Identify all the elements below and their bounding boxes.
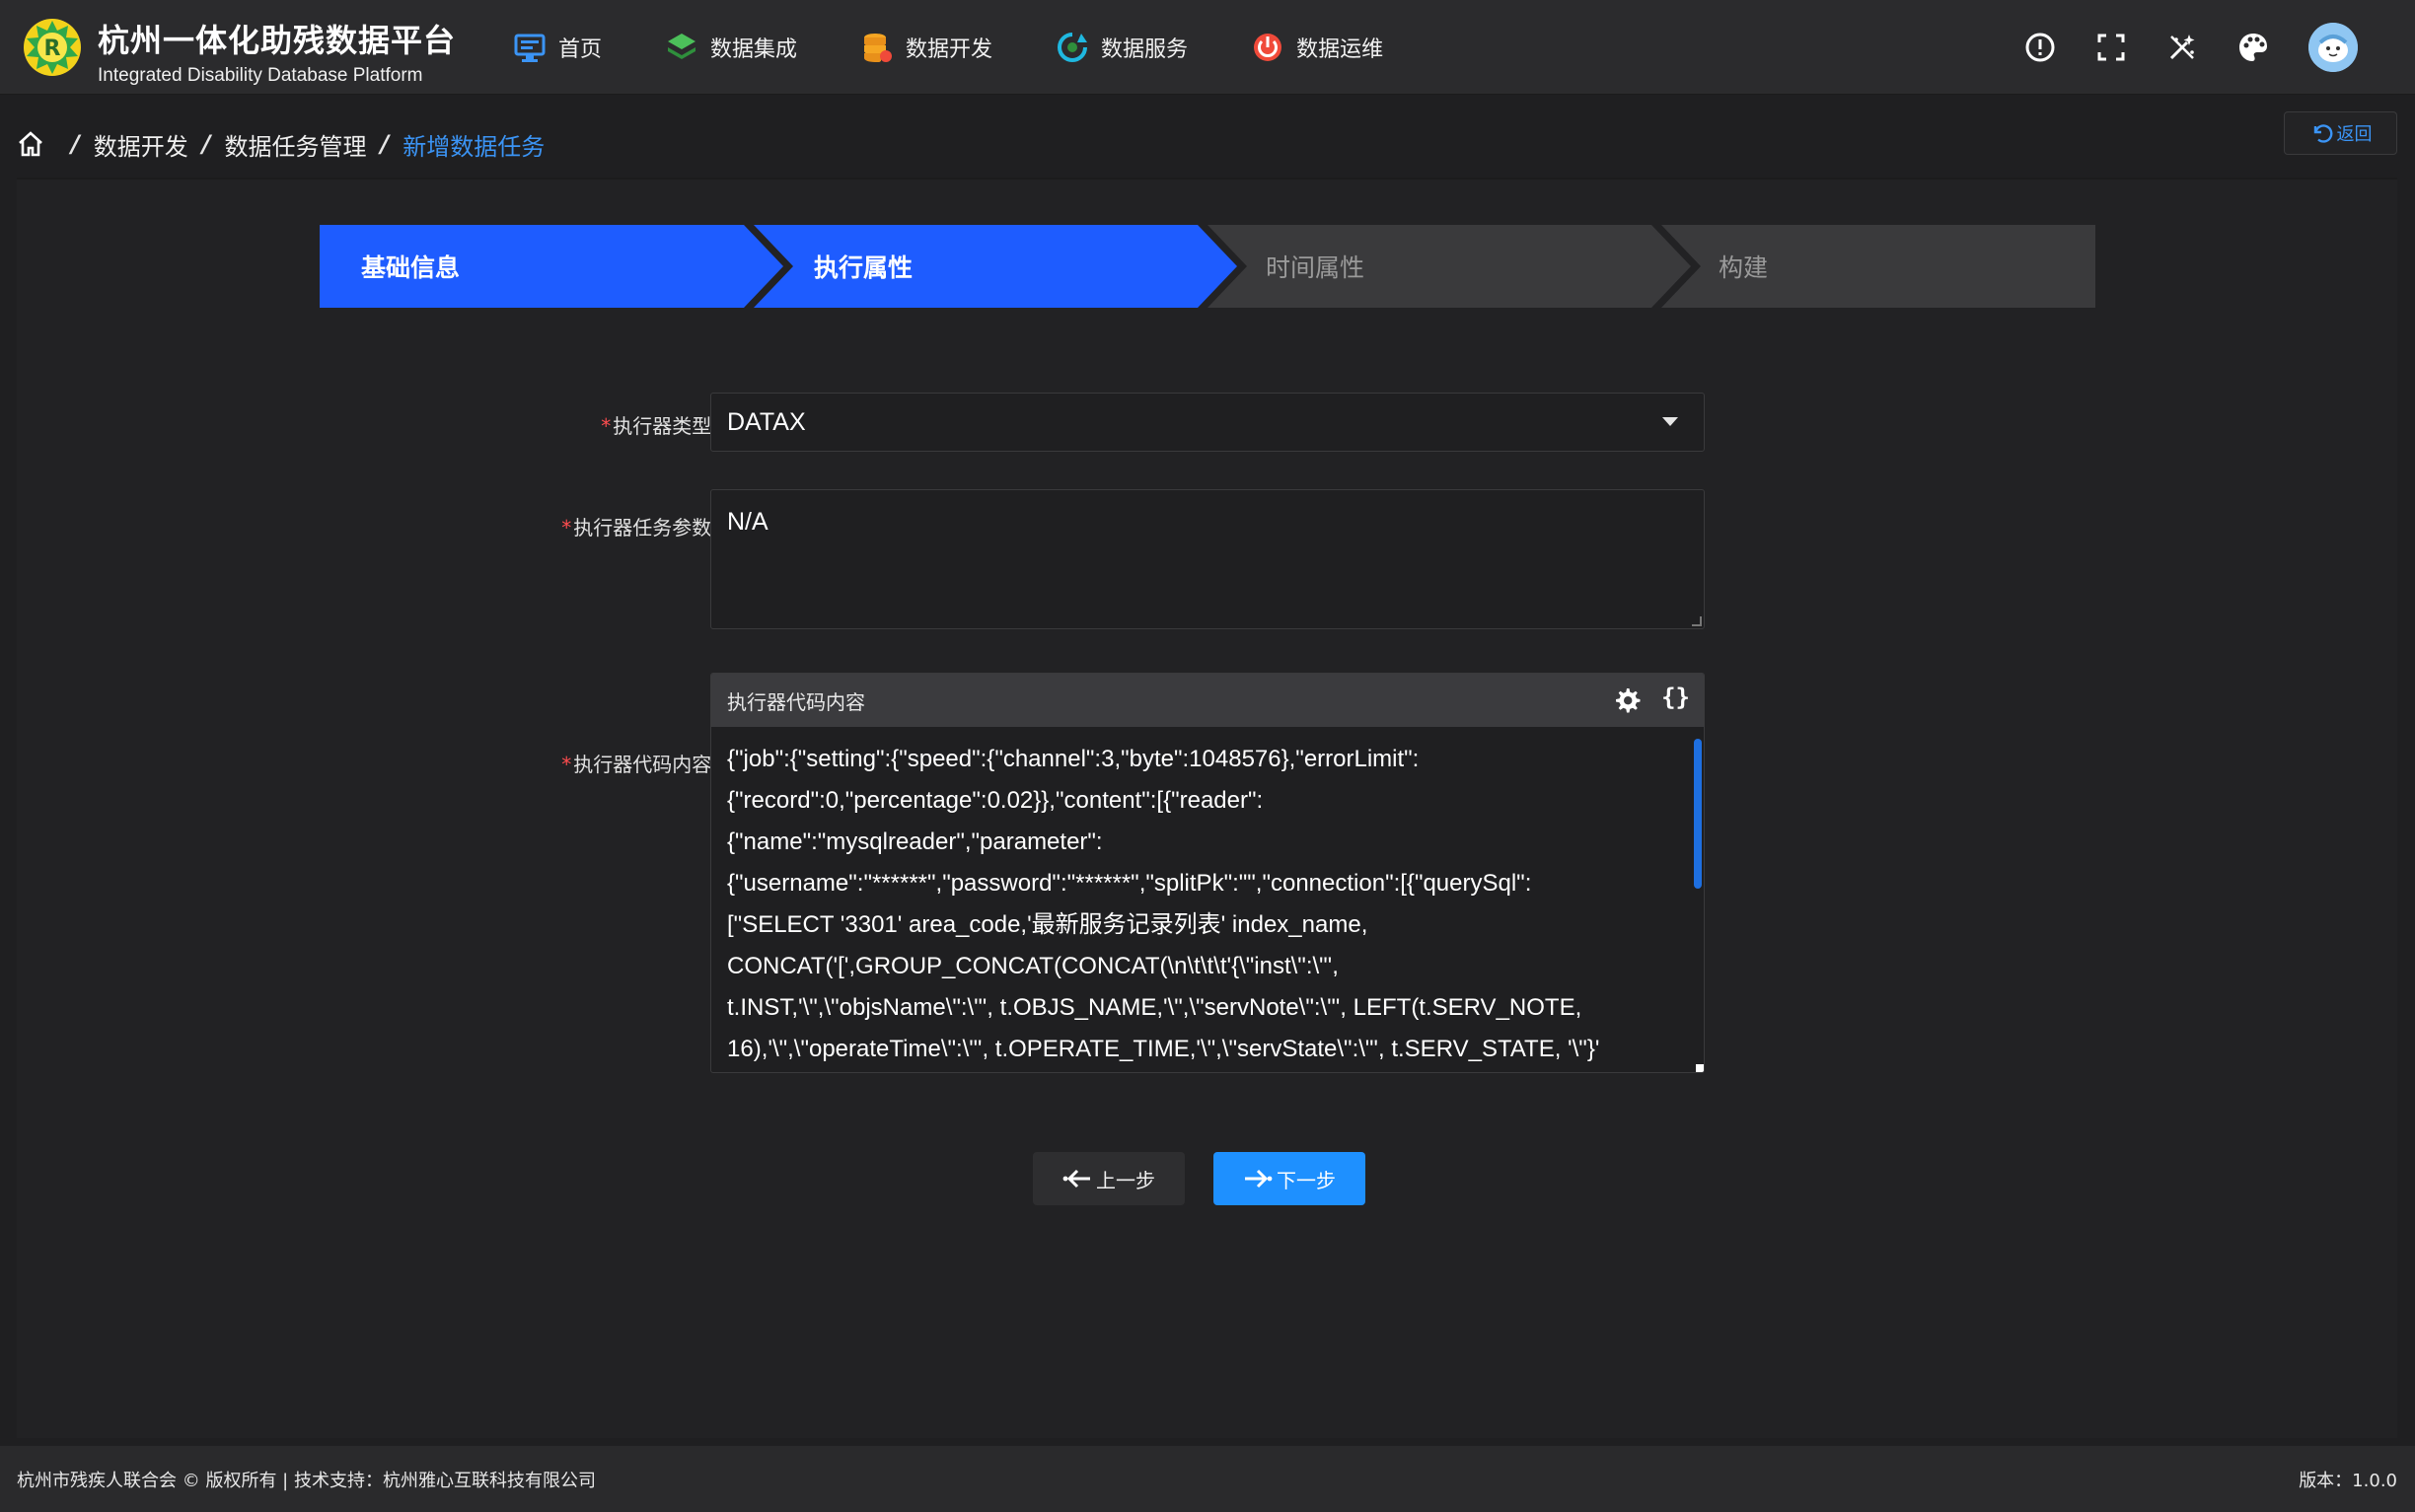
nav-data-service[interactable]: 数据服务 — [1056, 0, 1188, 95]
code-line: {"record":0,"percentage":0.02}},"content… — [727, 787, 1264, 814]
platform-logo: R — [24, 19, 81, 76]
svg-text:R: R — [44, 36, 61, 61]
palette-icon — [2239, 34, 2267, 61]
user-avatar[interactable] — [2308, 23, 2358, 72]
magic-wand-off-icon — [2169, 35, 2195, 60]
step-2-label: 执行属性 — [814, 225, 913, 308]
breadcrumb-separator: / — [380, 130, 390, 158]
step-1-label: 基础信息 — [361, 225, 460, 308]
version-text: 版本：1.0.0 — [2299, 1470, 2397, 1491]
next-step-label: 下一步 — [1277, 1168, 1336, 1192]
executor-params-label: * 执行器任务参数: — [561, 512, 718, 540]
gear-icon[interactable] — [1613, 686, 1641, 714]
home-icon[interactable] — [16, 129, 45, 159]
prev-step-label: 上一步 — [1096, 1168, 1155, 1192]
step-4-label: 构建 — [1719, 225, 1768, 308]
code-editor[interactable]: 执行器代码内容 {} {"job":{"setting":{"speed":{"… — [710, 673, 1705, 1073]
breadcrumb: / 数据开发 / 数据任务管理 / 新增数据任务 — [16, 124, 545, 164]
nav-data-development-label: 数据开发 — [906, 37, 993, 62]
breadcrumb-separator: / — [71, 130, 80, 158]
breadcrumb-current: 新增数据任务 — [402, 132, 546, 161]
nav-home-label: 首页 — [558, 37, 603, 62]
format-code-icon[interactable]: {} — [1661, 684, 1690, 711]
power-icon — [1254, 34, 1282, 61]
fullscreen-icon — [2097, 34, 2125, 61]
step-3-text: 时间属性 — [1266, 253, 1365, 282]
step-1-text: 基础信息 — [361, 253, 461, 282]
code-editor-scrollbar[interactable] — [1694, 739, 1702, 889]
fullscreen-button[interactable] — [2089, 26, 2133, 69]
code-content[interactable]: {"job":{"setting":{"speed":{"channel":3,… — [727, 739, 1684, 1070]
footer: 杭州市残疾人联合会 © 版权所有 | 技术支持：杭州雅心互联科技有限公司 版本：… — [0, 1446, 2415, 1512]
brand: 杭州一体化助残数据平台 Integrated Disability Databa… — [98, 16, 456, 87]
chevron-down-icon — [1662, 417, 1678, 426]
arrow-left-icon — [1062, 1169, 1090, 1188]
code-line: {"name":"mysqlreader","parameter": — [727, 828, 1103, 855]
executor-type-label-text: 执行器类型: — [613, 414, 718, 438]
avatar-face-icon — [2308, 23, 2358, 72]
main-nav: 首页 数据集成 数据开发 数据服务 数据运维 — [513, 0, 1446, 95]
code-line: t.INST,'\",\"objsName\":\"', t.OBJS_NAME… — [727, 994, 1582, 1021]
layers-icon — [668, 34, 696, 59]
resize-handle-icon[interactable] — [1692, 616, 1702, 626]
required-mark: * — [561, 753, 572, 776]
required-mark: * — [561, 516, 572, 540]
nav-home[interactable]: 首页 — [513, 0, 602, 95]
monitor-icon — [514, 34, 546, 62]
code-editor-title: 执行器代码内容 — [727, 689, 865, 714]
executor-type-select[interactable]: DATAX — [710, 393, 1705, 452]
executor-code-label-text: 执行器代码内容: — [573, 753, 718, 776]
executor-params-value: N/A — [727, 508, 768, 536]
top-bar: R 杭州一体化助残数据平台 Integrated Disability Data… — [0, 0, 2415, 95]
nav-data-development[interactable]: 数据开发 — [860, 0, 992, 95]
executor-params-textarea[interactable]: N/A — [710, 489, 1705, 629]
code-editor-resize-handle[interactable] — [1696, 1064, 1704, 1072]
main-panel: 基础信息 执行属性 时间属性 构建 * 执行器类型: DATAX * 执行器任务参数… — [17, 178, 2397, 1438]
executor-params-label-text: 执行器任务参数: — [573, 516, 718, 540]
alert-icon — [2025, 33, 2055, 62]
step-4-text: 构建 — [1719, 253, 1769, 282]
next-step-button[interactable]: 下一步 — [1213, 1152, 1365, 1205]
back-button-label: 返回 — [2336, 124, 2373, 145]
code-line: {"job":{"setting":{"speed":{"channel":3,… — [727, 746, 1420, 772]
nav-data-integration-label: 数据集成 — [710, 37, 798, 62]
executor-type-label: * 执行器类型: — [601, 410, 718, 439]
breadcrumb-task-management[interactable]: 数据任务管理 — [225, 127, 367, 162]
step-3-label: 时间属性 — [1266, 225, 1364, 308]
copyright-text: 杭州市残疾人联合会 © 版权所有 | 技术支持：杭州雅心互联科技有限公司 — [17, 1470, 596, 1491]
palette-button[interactable] — [2232, 26, 2275, 69]
undo-icon — [2313, 124, 2332, 143]
code-line: CONCAT('[',GROUP_CONCAT(CONCAT(\n\t\t\t'… — [727, 953, 1339, 979]
database-icon — [864, 34, 893, 62]
code-line: {"username":"******","password":"******"… — [727, 870, 1532, 897]
app-subtitle: Integrated Disability Database Platform — [98, 65, 423, 86]
refresh-service-icon — [1058, 33, 1088, 62]
arrow-right-icon — [1245, 1169, 1273, 1188]
nav-data-ops-label: 数据运维 — [1296, 37, 1384, 62]
nav-data-service-label: 数据服务 — [1101, 37, 1189, 62]
breadcrumb-data-development[interactable]: 数据开发 — [94, 127, 188, 162]
app-title: 杭州一体化助残数据平台 — [98, 22, 457, 59]
alert-button[interactable] — [2018, 26, 2062, 69]
breadcrumb-separator: / — [201, 130, 211, 158]
required-mark: * — [601, 414, 612, 438]
code-line: ["SELECT '3301' area_code,'最新服务记录列表' ind… — [727, 911, 1368, 938]
nav-data-ops[interactable]: 数据运维 — [1251, 0, 1383, 95]
theme-effect-button[interactable] — [2160, 26, 2204, 69]
step-progress — [320, 225, 2095, 308]
back-button[interactable]: 返回 — [2284, 111, 2397, 155]
header-tools — [1991, 0, 2358, 95]
executor-type-value: DATAX — [727, 407, 806, 436]
nav-data-integration[interactable]: 数据集成 — [665, 0, 797, 95]
code-editor-header: 执行器代码内容 {} — [711, 674, 1704, 727]
step-2-text: 执行属性 — [814, 253, 914, 282]
prev-step-button[interactable]: 上一步 — [1033, 1152, 1185, 1205]
code-line: 16),'\",\"operateTime\":\"', t.OPERATE_T… — [727, 1036, 1600, 1062]
executor-code-label: * 执行器代码内容: — [561, 749, 718, 777]
